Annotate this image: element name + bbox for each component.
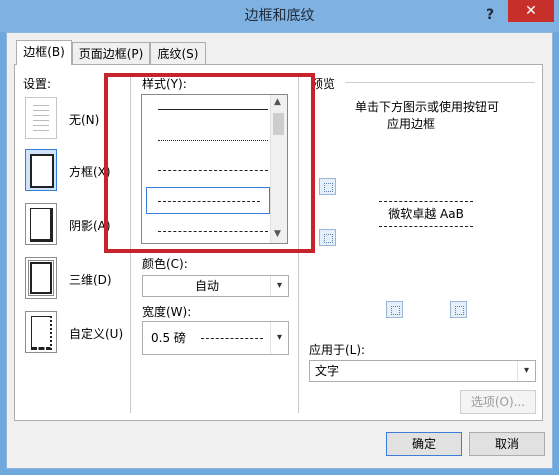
apply-to-label: 应用于(L): [309,343,366,357]
cancel-button[interactable]: 取消 [469,432,545,456]
left-border-button[interactable] [386,301,403,318]
close-button[interactable]: ✕ [508,0,554,22]
color-dropdown[interactable]: 自动 ▾ [142,275,289,297]
preview-sample[interactable]: 微软卓越 AaB [379,201,473,227]
apply-to-value: 文字 [315,364,340,378]
preset-3d-icon[interactable] [25,257,57,299]
preset-custom-label[interactable]: 自定义(U) [69,325,123,342]
options-button[interactable]: 选项(O)... [460,390,536,414]
bottom-border-button[interactable] [319,229,336,246]
preview-hint-line1: 单击下方图示或使用按钮可 [355,100,500,114]
preview-hint-line2: 应用边框 [387,117,436,131]
annotation-highlight [104,73,315,253]
preset-shadow-icon[interactable] [25,203,57,245]
width-line-sample [201,338,263,339]
right-border-button[interactable] [450,301,467,318]
width-value: 0.5 磅 [151,331,186,345]
color-label: 颜色(C): [142,257,188,271]
chevron-down-icon: ▾ [270,322,288,354]
chevron-down-icon: ▾ [517,361,535,381]
preset-box-icon[interactable] [25,149,57,191]
tab-shading[interactable]: 底纹(S) [150,42,206,64]
top-border-button[interactable] [319,178,336,195]
color-value: 自动 [194,279,219,293]
width-dropdown[interactable]: 0.5 磅 ▾ [142,321,289,355]
preset-3d-label[interactable]: 三维(D) [69,271,112,288]
preset-none-label[interactable]: 无(N) [69,111,99,128]
preset-none-icon[interactable] [25,97,57,139]
tab-borders[interactable]: 边框(B) [16,40,72,65]
window-title: 边框和底纹 [244,8,315,24]
preview-sample-text: 微软卓越 AaB [388,207,464,221]
settings-label: 设置: [23,77,52,91]
tab-page-borders[interactable]: 页面边框(P) [72,42,150,64]
ok-button[interactable]: 确定 [386,432,462,456]
preset-custom-icon[interactable] [25,311,57,353]
width-label: 宽度(W): [142,305,192,319]
separator [345,82,535,83]
apply-to-dropdown[interactable]: 文字 ▾ [309,360,536,382]
help-button[interactable]: ? [480,5,500,25]
chevron-down-icon: ▾ [270,276,288,296]
